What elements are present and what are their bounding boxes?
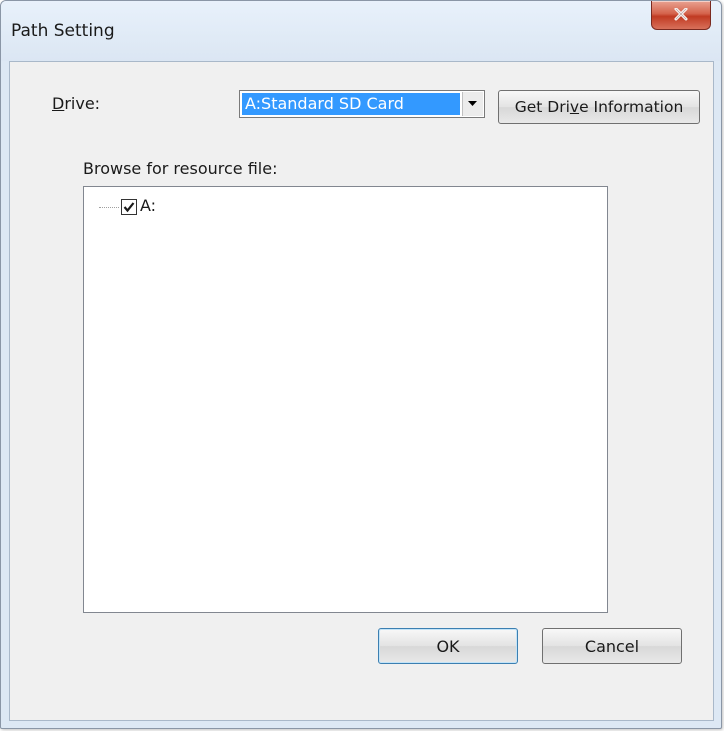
get-drive-information-button[interactable]: Get Drive Information: [498, 90, 700, 124]
drive-dropdown-button[interactable]: [462, 92, 483, 116]
path-setting-dialog: Path Setting Drive: A:Standard SD Card G…: [0, 0, 722, 729]
close-icon: [674, 8, 688, 21]
tree-item-label[interactable]: A:: [140, 196, 156, 215]
get-drive-label-after: e Information: [579, 98, 684, 116]
drive-label: Drive:: [52, 94, 100, 113]
drive-label-rest: rive:: [64, 94, 101, 113]
window-title: Path Setting: [11, 21, 115, 41]
tree-connector-line: [99, 207, 119, 208]
dialog-body: Drive: A:Standard SD Card Get Drive Info…: [9, 61, 714, 721]
cancel-button[interactable]: Cancel: [542, 628, 682, 664]
browse-label: Browse for resource file:: [83, 159, 278, 178]
drive-select-value: A:Standard SD Card: [242, 93, 460, 115]
close-button[interactable]: [651, 1, 711, 30]
drive-select[interactable]: A:Standard SD Card: [239, 90, 485, 118]
resource-file-tree[interactable]: A:: [83, 186, 608, 613]
tree-item-checkbox[interactable]: [121, 199, 137, 215]
chevron-down-icon: [468, 101, 477, 106]
drive-label-mnemonic: D: [52, 94, 65, 113]
ok-button[interactable]: OK: [378, 628, 518, 664]
get-drive-label-before: Get Dri: [514, 98, 570, 116]
title-bar[interactable]: Path Setting: [1, 1, 721, 61]
get-drive-label-mnemonic: v: [569, 98, 580, 116]
checkmark-icon: [123, 202, 135, 213]
